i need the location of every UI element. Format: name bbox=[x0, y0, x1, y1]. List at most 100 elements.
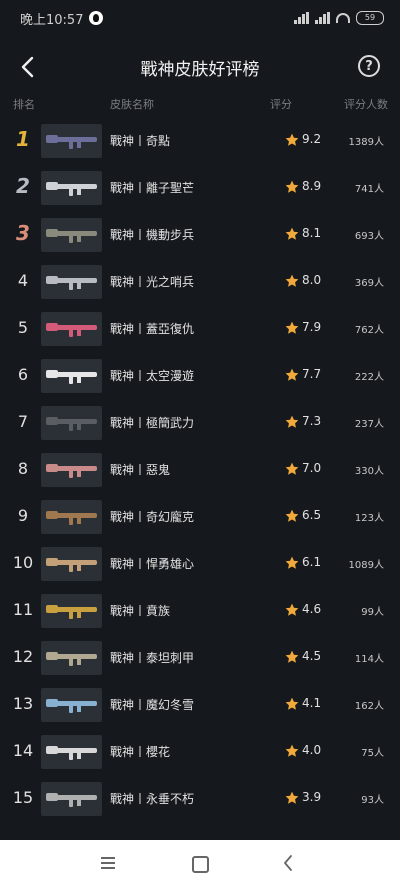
star-icon bbox=[285, 650, 299, 663]
star-icon bbox=[285, 415, 299, 428]
list-item[interactable]: 9 戰神丨奇幻龐克 6.5 123人 bbox=[0, 494, 400, 541]
column-count: 评分人数 bbox=[344, 98, 388, 111]
list-item[interactable]: 12 戰神丨泰坦刺甲 4.5 114人 bbox=[0, 635, 400, 682]
qq-icon bbox=[89, 11, 104, 25]
help-icon[interactable]: ? bbox=[358, 55, 380, 77]
rank-number: 12 bbox=[12, 647, 34, 666]
skin-name: 戰神丨悍勇雄心 bbox=[110, 557, 195, 571]
star-icon bbox=[285, 791, 299, 804]
star-icon bbox=[285, 744, 299, 757]
rating-score: 4.6 bbox=[302, 602, 322, 616]
skin-thumbnail bbox=[41, 782, 102, 816]
list-item[interactable]: 5 戰神丨蓋亞復仇 7.9 762人 bbox=[0, 306, 400, 353]
rating-score: 4.0 bbox=[302, 743, 322, 757]
list-item[interactable]: 8 戰神丨惡鬼 7.0 330人 bbox=[0, 447, 400, 494]
rank-number: 8 bbox=[17, 459, 29, 478]
rating-count: 93人 bbox=[361, 795, 384, 806]
rating-score: 4.5 bbox=[302, 649, 322, 663]
list-item[interactable]: 4 戰神丨光之哨兵 8.0 369人 bbox=[0, 259, 400, 306]
rank-number: 10 bbox=[12, 553, 34, 572]
rating-score: 8.0 bbox=[302, 273, 322, 287]
rating-count: 330人 bbox=[354, 466, 384, 477]
nav-back-icon[interactable] bbox=[283, 855, 293, 871]
page-title: 戰神皮肤好评榜 bbox=[140, 59, 260, 80]
rating-count: 762人 bbox=[354, 325, 384, 336]
rating-count: 1089人 bbox=[348, 560, 384, 571]
ranking-list: 1 戰神丨奇點 9.2 1389人 2 戰神丨離子聖芒 8.9 741人 3 戰神丨機動步兵 8.1… bbox=[0, 118, 400, 840]
list-item[interactable]: 10 戰神丨悍勇雄心 6.1 1089人 bbox=[0, 541, 400, 588]
skin-name: 戰神丨魔幻冬雪 bbox=[110, 698, 195, 712]
list-item[interactable]: 14 戰神丨櫻花 4.0 75人 bbox=[0, 729, 400, 776]
skin-name: 戰神丨離子聖芒 bbox=[110, 181, 195, 195]
rating-count: 741人 bbox=[354, 184, 384, 195]
column-rank: 排名 bbox=[13, 98, 35, 111]
column-score: 评分 bbox=[270, 98, 292, 111]
skin-name: 戰神丨賁族 bbox=[110, 604, 171, 618]
star-icon bbox=[285, 227, 299, 240]
rank-number: 1 bbox=[16, 127, 30, 151]
rank-number: 2 bbox=[16, 174, 30, 198]
skin-thumbnail bbox=[41, 500, 102, 534]
rank-number: 7 bbox=[17, 412, 29, 431]
rank-number: 14 bbox=[12, 741, 34, 760]
rating-score: 7.0 bbox=[302, 461, 322, 475]
rank-number: 11 bbox=[12, 600, 34, 619]
skin-name: 戰神丨櫻花 bbox=[110, 745, 171, 759]
rating-count: 75人 bbox=[361, 748, 384, 759]
rank-number: 13 bbox=[12, 694, 34, 713]
list-item[interactable]: 11 戰神丨賁族 4.6 99人 bbox=[0, 588, 400, 635]
skin-name: 戰神丨奇點 bbox=[110, 134, 171, 148]
star-icon bbox=[285, 697, 299, 710]
signal-icon-2 bbox=[315, 12, 330, 24]
header: 戰神皮肤好评榜 ? bbox=[0, 44, 400, 90]
skin-name: 戰神丨太空漫遊 bbox=[110, 369, 195, 383]
list-item[interactable]: 13 戰神丨魔幻冬雪 4.1 162人 bbox=[0, 682, 400, 729]
rating-count: 1389人 bbox=[348, 137, 384, 148]
list-item[interactable]: 6 戰神丨太空漫遊 7.7 222人 bbox=[0, 353, 400, 400]
back-arrow-icon[interactable] bbox=[20, 56, 36, 78]
rating-score: 6.5 bbox=[302, 508, 322, 522]
rank-number: 15 bbox=[12, 788, 34, 807]
skin-thumbnail bbox=[41, 688, 102, 722]
list-item[interactable]: 1 戰神丨奇點 9.2 1389人 bbox=[0, 118, 400, 165]
list-item[interactable]: 2 戰神丨離子聖芒 8.9 741人 bbox=[0, 165, 400, 212]
rating-count: 123人 bbox=[354, 513, 384, 524]
rank-number: 3 bbox=[16, 221, 30, 245]
status-time: 晚上10:57 bbox=[20, 12, 84, 28]
rank-number: 4 bbox=[17, 271, 29, 290]
status-bar: 晚上10:57 59 bbox=[0, 0, 400, 36]
star-icon bbox=[285, 556, 299, 569]
skin-name: 戰神丨光之哨兵 bbox=[110, 275, 195, 289]
system-nav-bar bbox=[0, 840, 400, 888]
skin-thumbnail bbox=[41, 359, 102, 393]
star-icon bbox=[285, 509, 299, 522]
star-icon bbox=[285, 321, 299, 334]
skin-name: 戰神丨極簡武力 bbox=[110, 416, 195, 430]
skin-name: 戰神丨永垂不朽 bbox=[110, 792, 195, 806]
star-icon bbox=[285, 180, 299, 193]
skin-thumbnail bbox=[41, 124, 102, 158]
rank-number: 9 bbox=[17, 506, 29, 525]
skin-thumbnail bbox=[41, 735, 102, 769]
home-icon[interactable] bbox=[192, 856, 209, 873]
list-item[interactable]: 15 戰神丨永垂不朽 3.9 93人 bbox=[0, 776, 400, 823]
recent-apps-icon[interactable] bbox=[101, 857, 115, 870]
rating-score: 7.7 bbox=[302, 367, 322, 381]
column-name: 皮肤名称 bbox=[110, 98, 154, 111]
skin-thumbnail bbox=[41, 641, 102, 675]
skin-name: 戰神丨機動步兵 bbox=[110, 228, 195, 242]
rating-count: 693人 bbox=[354, 231, 384, 242]
star-icon bbox=[285, 133, 299, 146]
rating-score: 9.2 bbox=[302, 132, 322, 146]
star-icon bbox=[285, 603, 299, 616]
rating-score: 6.1 bbox=[302, 555, 322, 569]
rating-score: 4.1 bbox=[302, 696, 322, 710]
list-item[interactable]: 7 戰神丨極簡武力 7.3 237人 bbox=[0, 400, 400, 447]
battery-icon: 59 bbox=[356, 11, 384, 25]
list-item[interactable]: 3 戰神丨機動步兵 8.1 693人 bbox=[0, 212, 400, 259]
skin-thumbnail bbox=[41, 406, 102, 440]
column-headers: 排名 皮肤名称 评分 评分人数 bbox=[0, 92, 400, 116]
rank-number: 6 bbox=[17, 365, 29, 384]
rating-count: 162人 bbox=[354, 701, 384, 712]
skin-thumbnail bbox=[41, 312, 102, 346]
